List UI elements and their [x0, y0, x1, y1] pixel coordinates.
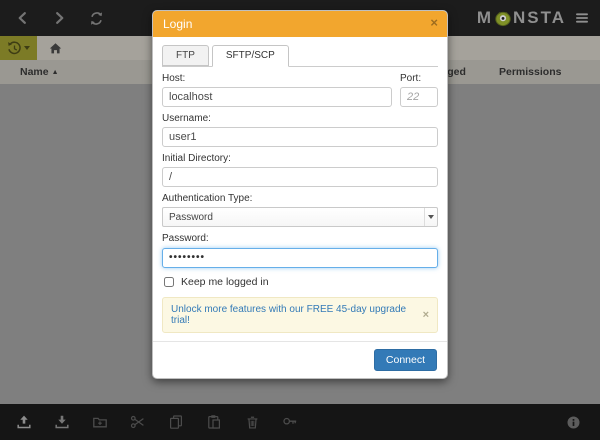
- delete-button[interactable]: [233, 404, 271, 440]
- port-input[interactable]: [400, 87, 438, 107]
- copy-button[interactable]: [157, 404, 195, 440]
- port-label: Port:: [400, 73, 438, 85]
- paste-icon: [206, 414, 222, 430]
- key-icon: [282, 414, 298, 430]
- download-button[interactable]: [43, 404, 81, 440]
- tab-sftp-scp[interactable]: SFTP/SCP: [212, 45, 289, 67]
- refresh-icon: [89, 11, 104, 26]
- close-icon[interactable]: ×: [430, 16, 438, 29]
- initial-directory-input[interactable]: [162, 167, 438, 187]
- info-icon: [566, 415, 581, 430]
- forward-button[interactable]: [41, 0, 78, 36]
- download-icon: [54, 414, 70, 430]
- menu-button[interactable]: [570, 0, 594, 36]
- login-dialog: Login × FTP SFTP/SCP Host: Port: Usernam…: [152, 10, 448, 379]
- new-folder-icon: [92, 414, 108, 430]
- auth-type-select[interactable]: Password: [162, 207, 438, 227]
- monster-head-icon: [494, 9, 512, 27]
- new-folder-button[interactable]: [81, 404, 119, 440]
- host-label: Host:: [162, 73, 392, 85]
- dialog-title: Login: [163, 17, 192, 31]
- auth-type-value: Password: [169, 212, 213, 223]
- column-label-name: Name: [20, 66, 49, 78]
- connect-button[interactable]: Connect: [374, 349, 437, 371]
- caret-down-icon: [24, 46, 30, 50]
- username-input[interactable]: [162, 127, 438, 147]
- tab-ftp[interactable]: FTP: [162, 45, 209, 66]
- keep-logged-in-label: Keep me logged in: [181, 276, 269, 288]
- upgrade-notice: Unlock more features with our FREE 45-da…: [162, 297, 438, 333]
- paste-button[interactable]: [195, 404, 233, 440]
- initial-directory-label: Initial Directory:: [162, 153, 438, 165]
- cut-button[interactable]: [119, 404, 157, 440]
- menu-icon: [575, 11, 589, 25]
- upload-button[interactable]: [5, 404, 43, 440]
- monsta-logo: M NSTA: [477, 0, 566, 36]
- back-button[interactable]: [4, 0, 41, 36]
- cut-icon: [130, 414, 146, 430]
- protocol-tabs: FTP SFTP/SCP: [162, 45, 438, 67]
- upload-icon: [16, 414, 32, 430]
- home-button[interactable]: [44, 36, 66, 60]
- username-label: Username:: [162, 113, 438, 125]
- column-header-permissions[interactable]: Permissions: [499, 66, 561, 78]
- chevron-right-icon: [53, 11, 66, 25]
- logo-text-suffix: NSTA: [513, 8, 566, 28]
- refresh-button[interactable]: [78, 0, 115, 36]
- copy-icon: [168, 414, 184, 430]
- host-input[interactable]: [162, 87, 392, 107]
- login-dialog-header: Login ×: [153, 11, 447, 37]
- close-icon[interactable]: ×: [417, 309, 429, 321]
- chevron-left-icon: [16, 11, 29, 25]
- select-dropdown-zone: [424, 208, 437, 226]
- caret-down-icon: [428, 215, 434, 219]
- info-button[interactable]: [554, 404, 592, 440]
- login-form: FTP SFTP/SCP Host: Port: Username: Initi…: [153, 37, 447, 341]
- column-header-name[interactable]: Name▲: [20, 66, 59, 78]
- home-icon: [49, 42, 62, 55]
- sort-asc-icon: ▲: [52, 69, 59, 76]
- history-dropdown-button[interactable]: [0, 36, 37, 60]
- login-dialog-footer: Connect: [153, 341, 447, 378]
- upgrade-notice-link[interactable]: Unlock more features with our FREE 45-da…: [171, 304, 417, 326]
- auth-type-label: Authentication Type:: [162, 193, 438, 205]
- password-label: Password:: [162, 233, 438, 245]
- keep-logged-in-checkbox[interactable]: [164, 277, 174, 287]
- bottom-toolbar: [0, 404, 600, 440]
- permissions-button[interactable]: [271, 404, 309, 440]
- logo-text-prefix: M: [477, 8, 493, 28]
- password-input[interactable]: [162, 248, 438, 268]
- trash-icon: [245, 415, 260, 430]
- history-icon: [7, 41, 22, 56]
